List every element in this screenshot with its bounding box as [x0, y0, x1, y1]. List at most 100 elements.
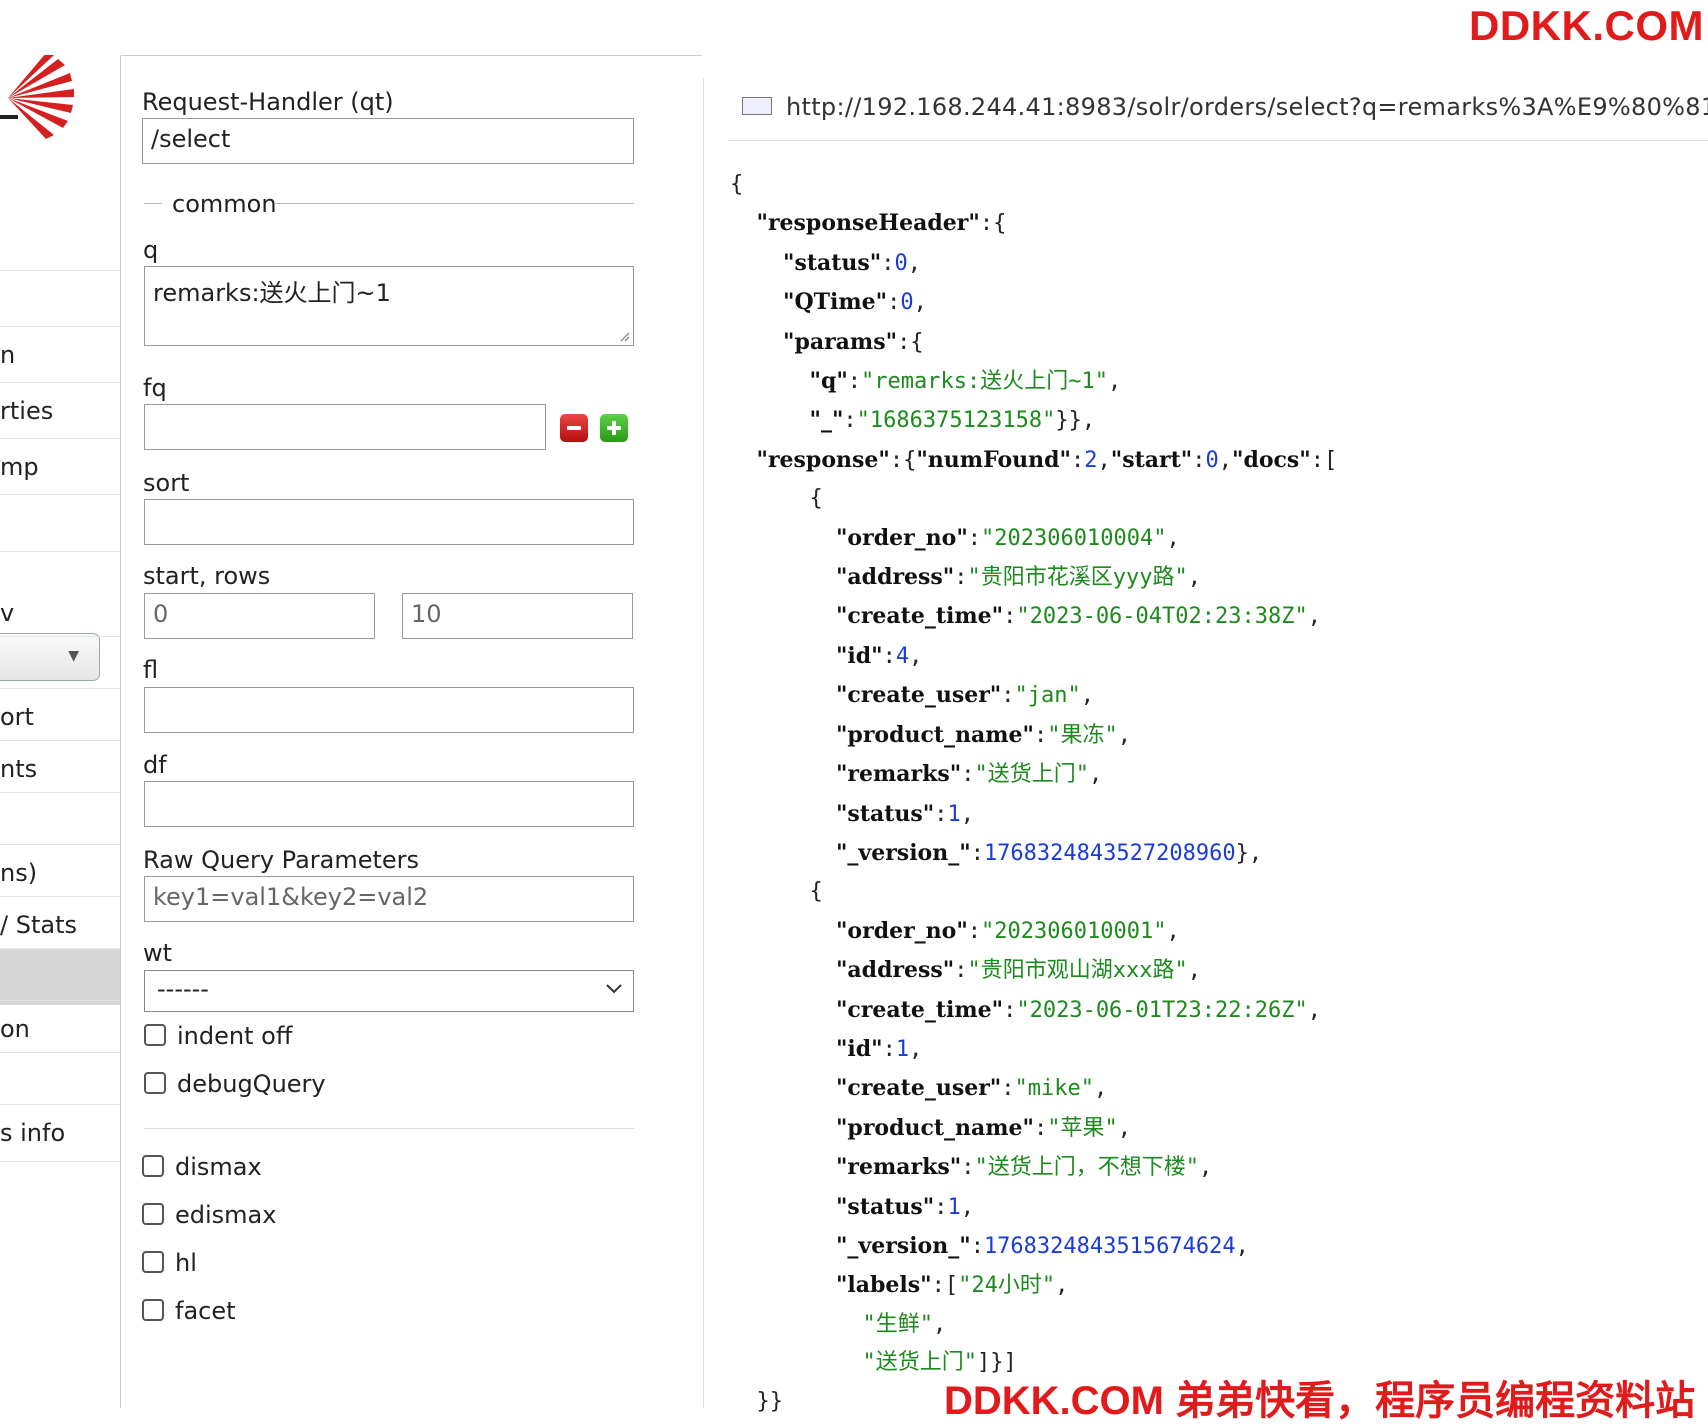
json-token: "numFound" — [916, 446, 1071, 473]
json-token: , — [1307, 604, 1321, 630]
wt-select[interactable]: ------ — [144, 970, 634, 1012]
json-token: "status" — [835, 1193, 935, 1220]
sidebar-item-label: s info — [0, 1119, 66, 1147]
json-token: :[ — [931, 1273, 959, 1299]
sidebar-item-blank-1[interactable] — [0, 270, 120, 327]
json-token: "params" — [782, 328, 898, 355]
facet-checkbox[interactable] — [142, 1299, 164, 1321]
json-token: "24小时" — [958, 1273, 1056, 1299]
json-token: "start" — [1110, 446, 1193, 473]
json-token: , — [1108, 369, 1122, 395]
sidebar-item-label: mp — [0, 453, 39, 481]
json-line: "status":1, — [730, 795, 1337, 834]
json-token: "202306010001" — [981, 918, 1167, 944]
request-url-bar[interactable]: http://192.168.244.41:8983/solr/orders/s… — [728, 78, 1708, 141]
fl-input[interactable] — [144, 687, 634, 733]
common-legend: common — [172, 190, 277, 218]
request-url-link[interactable]: http://192.168.244.41:8983/solr/orders/s… — [786, 93, 1708, 121]
json-token: 0 — [894, 250, 908, 276]
sort-input[interactable] — [144, 499, 634, 545]
raw-params-input[interactable]: key1=val1&key2=val2 — [144, 876, 634, 922]
json-token: "mike" — [1014, 1076, 1094, 1102]
json-token: , — [1307, 997, 1321, 1023]
sidebar-item-1[interactable]: n — [0, 326, 120, 383]
json-token: }} — [730, 1388, 783, 1414]
json-token: }, — [1235, 840, 1263, 866]
resize-grip-icon[interactable] — [618, 330, 630, 342]
json-token: "id" — [835, 642, 883, 669]
hl-label: hl — [175, 1249, 197, 1277]
df-label: df — [143, 751, 167, 779]
json-token: "remarks:送火上门~1" — [861, 369, 1108, 395]
request-handler-input[interactable]: /select — [142, 118, 634, 164]
sidebar-item-blank-5[interactable] — [0, 1052, 120, 1109]
json-token: "_version_" — [835, 839, 971, 866]
edismax-checkbox[interactable] — [142, 1203, 164, 1225]
json-line: "_":"1686375123158"}}, — [730, 401, 1337, 440]
start-input[interactable]: 0 — [144, 593, 375, 639]
json-token: "status" — [835, 800, 935, 827]
remove-fq-button[interactable] — [560, 414, 588, 442]
json-token: "生鲜" — [862, 1311, 933, 1337]
q-textarea[interactable]: remarks:送火上门~1 — [144, 266, 634, 346]
json-token: "送货上门，不想下楼" — [974, 1155, 1199, 1181]
sidebar-item-label: nts — [0, 755, 38, 783]
df-input[interactable] — [144, 781, 634, 827]
json-line: "product_name":"果冻", — [730, 716, 1337, 755]
sidebar-item-blank-3[interactable] — [0, 636, 120, 693]
json-token: , — [1187, 958, 1202, 984]
sidebar-item-3[interactable]: mp — [0, 438, 120, 495]
sidebar-item-2[interactable]: rties — [0, 382, 120, 439]
json-token: "q" — [809, 368, 848, 395]
sidebar-item-8[interactable]: / Stats — [0, 896, 120, 953]
sidebar-item-5[interactable]: ort — [0, 688, 120, 745]
json-token: : — [961, 762, 975, 788]
json-token: "order_no" — [835, 917, 968, 944]
dismax-checkbox[interactable] — [142, 1155, 164, 1177]
sidebar-item-9[interactable]: on — [0, 1000, 120, 1057]
indent-off-checkbox[interactable] — [144, 1024, 166, 1046]
json-token: { — [730, 879, 823, 905]
hl-checkbox[interactable] — [142, 1251, 164, 1273]
sidebar-item-label: rties — [0, 397, 54, 425]
json-token: : — [934, 801, 948, 827]
sidebar-item-4[interactable]: v — [0, 585, 120, 641]
json-token: , — [1055, 1273, 1069, 1299]
sidebar-item-query-active[interactable] — [0, 948, 120, 1005]
json-token: "address" — [835, 957, 955, 984]
sidebar-item-6[interactable]: nts — [0, 740, 120, 797]
debug-query-checkbox[interactable] — [144, 1072, 166, 1094]
json-token: "果冻" — [1047, 722, 1118, 748]
sidebar-item-7[interactable]: ns) — [0, 844, 120, 901]
json-token: 0 — [1205, 447, 1219, 473]
json-token: "remarks" — [835, 761, 962, 788]
add-fq-button[interactable] — [600, 414, 628, 442]
sidebar-nav: n rties mp ▼ v ort nts ns) / Stats on s … — [0, 55, 121, 1408]
rows-input[interactable]: 10 — [402, 593, 633, 639]
facet-label: facet — [175, 1297, 236, 1325]
q-value: remarks:送火上门~1 — [153, 279, 391, 307]
json-line: "q":"remarks:送火上门~1", — [730, 362, 1337, 401]
json-token: , — [913, 290, 927, 316]
json-token: : — [970, 840, 984, 866]
json-token: "remarks" — [835, 1154, 962, 1181]
indent-off-label: indent off — [177, 1022, 293, 1050]
json-response: { "responseHeader":{ "status":0, "QTime"… — [730, 166, 1337, 1421]
watermark-bottom: DDKK.COM 弟弟快看，程序员编程资料站 — [944, 1379, 1696, 1423]
sidebar-item-blank-4[interactable] — [0, 792, 120, 849]
json-token: "jan" — [1014, 683, 1081, 709]
fq-label: fq — [143, 374, 167, 402]
debug-query-label: debugQuery — [177, 1070, 326, 1098]
sidebar-item-10[interactable]: s info — [0, 1104, 120, 1162]
fq-input[interactable] — [144, 404, 546, 450]
response-panel: http://192.168.244.41:8983/solr/orders/s… — [703, 78, 1708, 1414]
json-token: : — [847, 369, 862, 395]
